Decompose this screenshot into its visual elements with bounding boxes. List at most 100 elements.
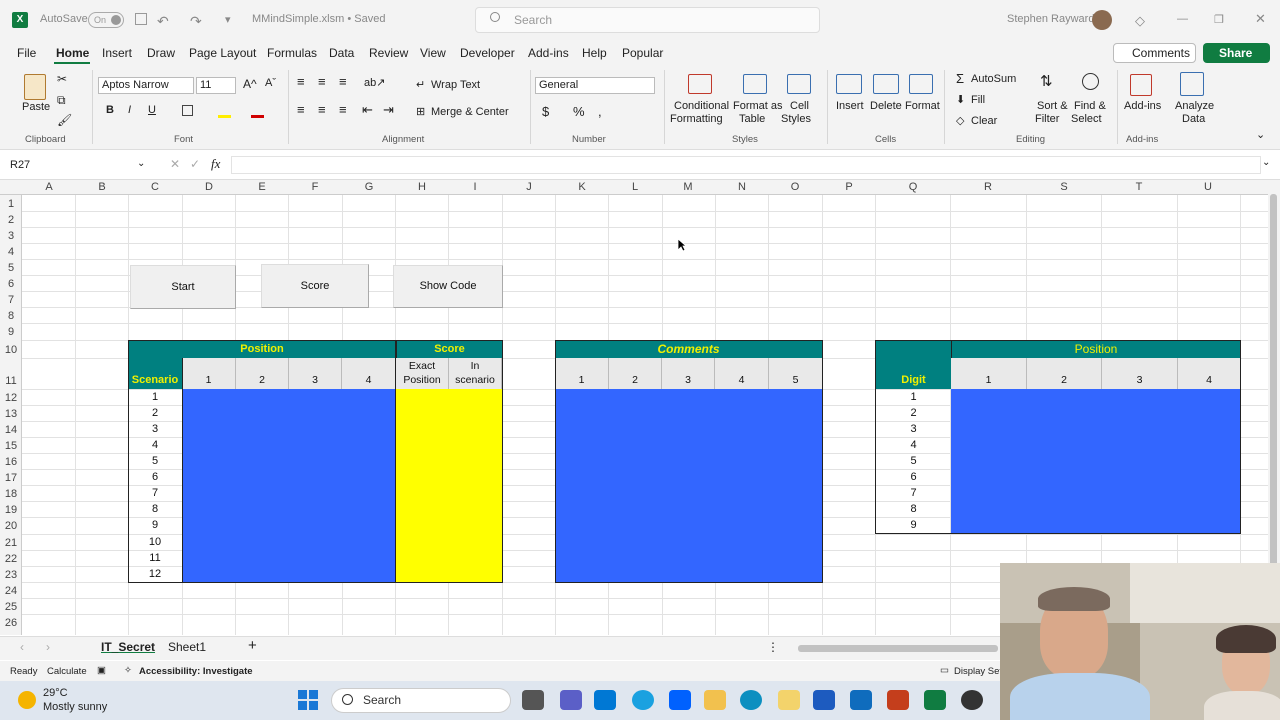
customize-qat-icon[interactable]: ▾ (225, 13, 231, 26)
browser-icon[interactable] (632, 690, 654, 710)
format-as-table-icon[interactable] (743, 74, 767, 94)
outlook-icon[interactable] (850, 690, 872, 710)
col-header-k[interactable]: K (576, 181, 588, 193)
row-header[interactable]: 16 (0, 456, 22, 468)
analyze-label[interactable]: Analyze (1175, 100, 1214, 112)
col-header-m[interactable]: M (682, 181, 694, 193)
tab-page-layout[interactable]: Page Layout (189, 46, 256, 60)
decrease-indent-icon[interactable]: ⇤ (362, 102, 373, 118)
store-icon[interactable] (594, 690, 616, 710)
formula-input[interactable] (231, 156, 1261, 174)
row-header[interactable]: 12 (0, 392, 22, 404)
h-scroll-thumb[interactable] (798, 645, 998, 652)
display-settings[interactable]: Display Sett (954, 666, 1005, 677)
number-format-select[interactable]: General (535, 77, 655, 94)
format-painter-icon[interactable]: 🖌 (57, 113, 72, 127)
row-header[interactable]: 18 (0, 488, 22, 500)
col-header-p[interactable]: P (843, 181, 855, 193)
score-button[interactable]: Score (261, 264, 369, 308)
cut-icon[interactable]: ✂ (57, 72, 67, 86)
bold-icon[interactable]: B (106, 104, 114, 116)
row-header[interactable]: 9 (0, 326, 22, 338)
weather-desc[interactable]: Mostly sunny (43, 701, 107, 713)
macro-icon[interactable]: ▣ (97, 665, 106, 676)
tab-insert[interactable]: Insert (102, 46, 132, 60)
row-header[interactable]: 7 (0, 294, 22, 306)
filter-label[interactable]: Filter (1035, 113, 1059, 125)
underline-icon[interactable]: U (148, 104, 156, 116)
align-center-icon[interactable]: ≡ (318, 102, 326, 117)
sheet-tab-it-secret[interactable]: IT_Secret (101, 640, 155, 654)
row-header[interactable]: 21 (0, 537, 22, 549)
delete-cells-icon[interactable] (873, 74, 899, 94)
analyze-data-icon[interactable] (1180, 72, 1204, 96)
file-name[interactable]: MMindSimple.xlsm • Saved (252, 13, 385, 25)
row-header[interactable]: 8 (0, 310, 22, 322)
row-header[interactable]: 5 (0, 262, 22, 274)
add-ins-icon[interactable] (1130, 74, 1152, 96)
select-label[interactable]: Select (1071, 113, 1102, 125)
dropbox-icon[interactable] (669, 690, 691, 710)
fill-button[interactable]: Fill (971, 94, 985, 106)
borders-icon[interactable] (182, 105, 193, 116)
col-header-d[interactable]: D (203, 181, 215, 193)
add-sheet-icon[interactable]: + (248, 637, 257, 654)
namebox-dropdown-icon[interactable]: ⌄ (137, 158, 145, 169)
cancel-icon[interactable]: ✕ (170, 157, 180, 171)
tab-review[interactable]: Review (369, 46, 408, 60)
search-input[interactable]: Search (475, 7, 820, 33)
sheet-tab-sheet1[interactable]: Sheet1 (168, 640, 206, 654)
taskbar-search[interactable]: Search (331, 688, 511, 713)
prev-sheet-icon[interactable]: ‹ (20, 640, 24, 654)
expand-formula-icon[interactable]: ⌄ (1262, 157, 1270, 168)
paste-icon[interactable] (24, 74, 46, 100)
name-box[interactable]: R27 (7, 156, 147, 174)
add-ins-label[interactable]: Add-ins (1124, 100, 1161, 112)
avatar[interactable] (1092, 10, 1112, 30)
format-label[interactable]: Format (905, 100, 940, 112)
comma-icon[interactable]: , (598, 104, 602, 119)
redo-icon[interactable]: ↷ (190, 13, 202, 30)
insert-function-icon[interactable]: fx (211, 156, 220, 172)
tab-draw[interactable]: Draw (147, 46, 175, 60)
cell-label[interactable]: Cell (790, 100, 809, 112)
col-header-c[interactable]: C (149, 181, 161, 193)
col-header-i[interactable]: I (469, 181, 481, 193)
tab-help[interactable]: Help (582, 46, 607, 60)
tab-home[interactable]: Home (56, 46, 89, 60)
tab-formulas[interactable]: Formulas (267, 46, 317, 60)
ribbon-collapse-icon[interactable]: ⌄ (1256, 128, 1265, 141)
col-header-f[interactable]: F (309, 181, 321, 193)
weather-temp[interactable]: 29°C (43, 687, 68, 699)
excel-taskbar-icon[interactable] (924, 690, 946, 710)
minimize-icon[interactable]: — (1177, 13, 1188, 25)
diamond-icon[interactable]: ◇ (1135, 13, 1145, 29)
insert-label[interactable]: Insert (836, 100, 864, 112)
autosave-toggle[interactable]: On (88, 12, 124, 28)
show-code-button[interactable]: Show Code (393, 265, 503, 308)
align-top-icon[interactable]: ≡ (297, 74, 305, 89)
font-color-icon[interactable] (251, 115, 264, 118)
row-header[interactable]: 22 (0, 553, 22, 565)
conditional-label[interactable]: Conditional (674, 100, 729, 112)
formatting-label[interactable]: Formatting (670, 113, 723, 125)
row-header[interactable]: 24 (0, 585, 22, 597)
row-header[interactable]: 1 (0, 198, 22, 210)
percent-icon[interactable]: % (573, 104, 585, 119)
save-icon[interactable] (135, 13, 147, 25)
row-header[interactable]: 20 (0, 520, 22, 532)
table-label[interactable]: Table (739, 113, 765, 125)
row-header[interactable]: 3 (0, 230, 22, 242)
teams-icon[interactable] (560, 690, 582, 710)
horizontal-scrollbar[interactable] (788, 644, 998, 653)
tab-data[interactable]: Data (329, 46, 354, 60)
row-header[interactable]: 17 (0, 472, 22, 484)
windows-start-icon[interactable] (298, 690, 318, 710)
col-header-n[interactable]: N (736, 181, 748, 193)
file-explorer-icon[interactable] (704, 690, 726, 710)
col-header-h[interactable]: H (416, 181, 428, 193)
insert-cells-icon[interactable] (836, 74, 862, 94)
row-header[interactable]: 4 (0, 246, 22, 258)
col-header-q[interactable]: Q (907, 181, 919, 193)
italic-icon[interactable]: I (128, 104, 131, 116)
